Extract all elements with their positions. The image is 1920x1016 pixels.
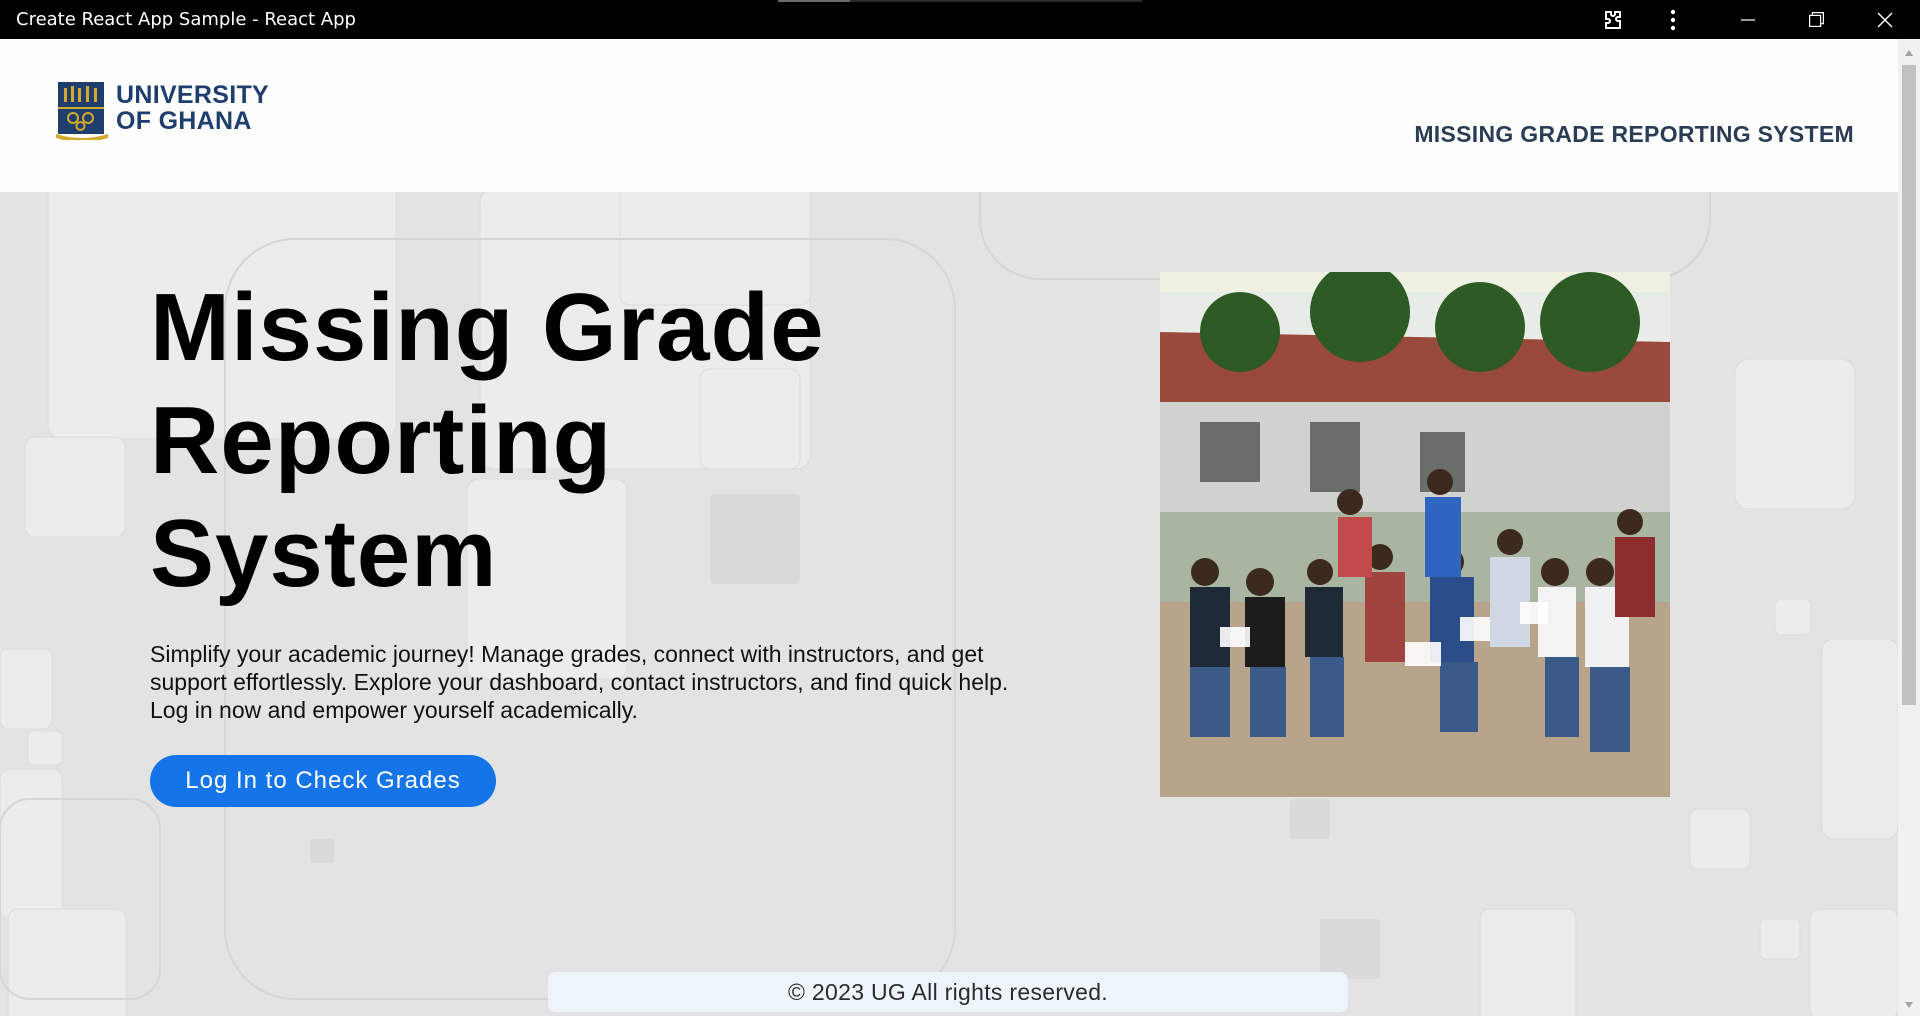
vertical-scrollbar[interactable] [1898,39,1920,1016]
hero-heading-line-3: System [150,500,498,607]
page-viewport: UNIVERSITY OF GHANA MISSING GRADE REPORT… [0,39,1898,1016]
site-header: UNIVERSITY OF GHANA MISSING GRADE REPORT… [0,39,1898,192]
students-photo [1160,272,1670,797]
window-title: Create React App Sample - React App [16,9,356,30]
minimize-icon[interactable] [1719,0,1777,39]
hero-heading: Missing Grade Reporting System [150,271,970,610]
scrollbar-thumb[interactable] [1902,65,1916,705]
more-options-icon[interactable] [1644,0,1702,39]
university-crest-icon [56,82,108,140]
system-title: MISSING GRADE REPORTING SYSTEM [1414,121,1854,147]
logo-line-1: UNIVERSITY [116,81,270,109]
extension-icon[interactable] [1584,0,1642,39]
close-icon[interactable] [1856,0,1914,39]
hero-heading-line-2: Reporting [150,387,613,494]
hero-description: Simplify your academic journey! Manage g… [150,641,1009,723]
window-titlebar: Create React App Sample - React App [0,0,1920,39]
university-logo[interactable]: UNIVERSITY OF GHANA [56,80,269,140]
university-name: UNIVERSITY OF GHANA [116,82,269,134]
scroll-up-arrow-icon[interactable] [1904,49,1914,57]
scroll-down-arrow-icon[interactable] [1904,1001,1914,1009]
logo-line-2: OF GHANA [116,107,252,135]
site-footer: © 2023 UG All rights reserved. [548,972,1348,1012]
restore-icon[interactable] [1787,0,1845,39]
tab-strip-indicator [778,0,1142,2]
login-button[interactable]: Log In to Check Grades [150,755,496,807]
hero-heading-line-1: Missing Grade [150,274,825,381]
